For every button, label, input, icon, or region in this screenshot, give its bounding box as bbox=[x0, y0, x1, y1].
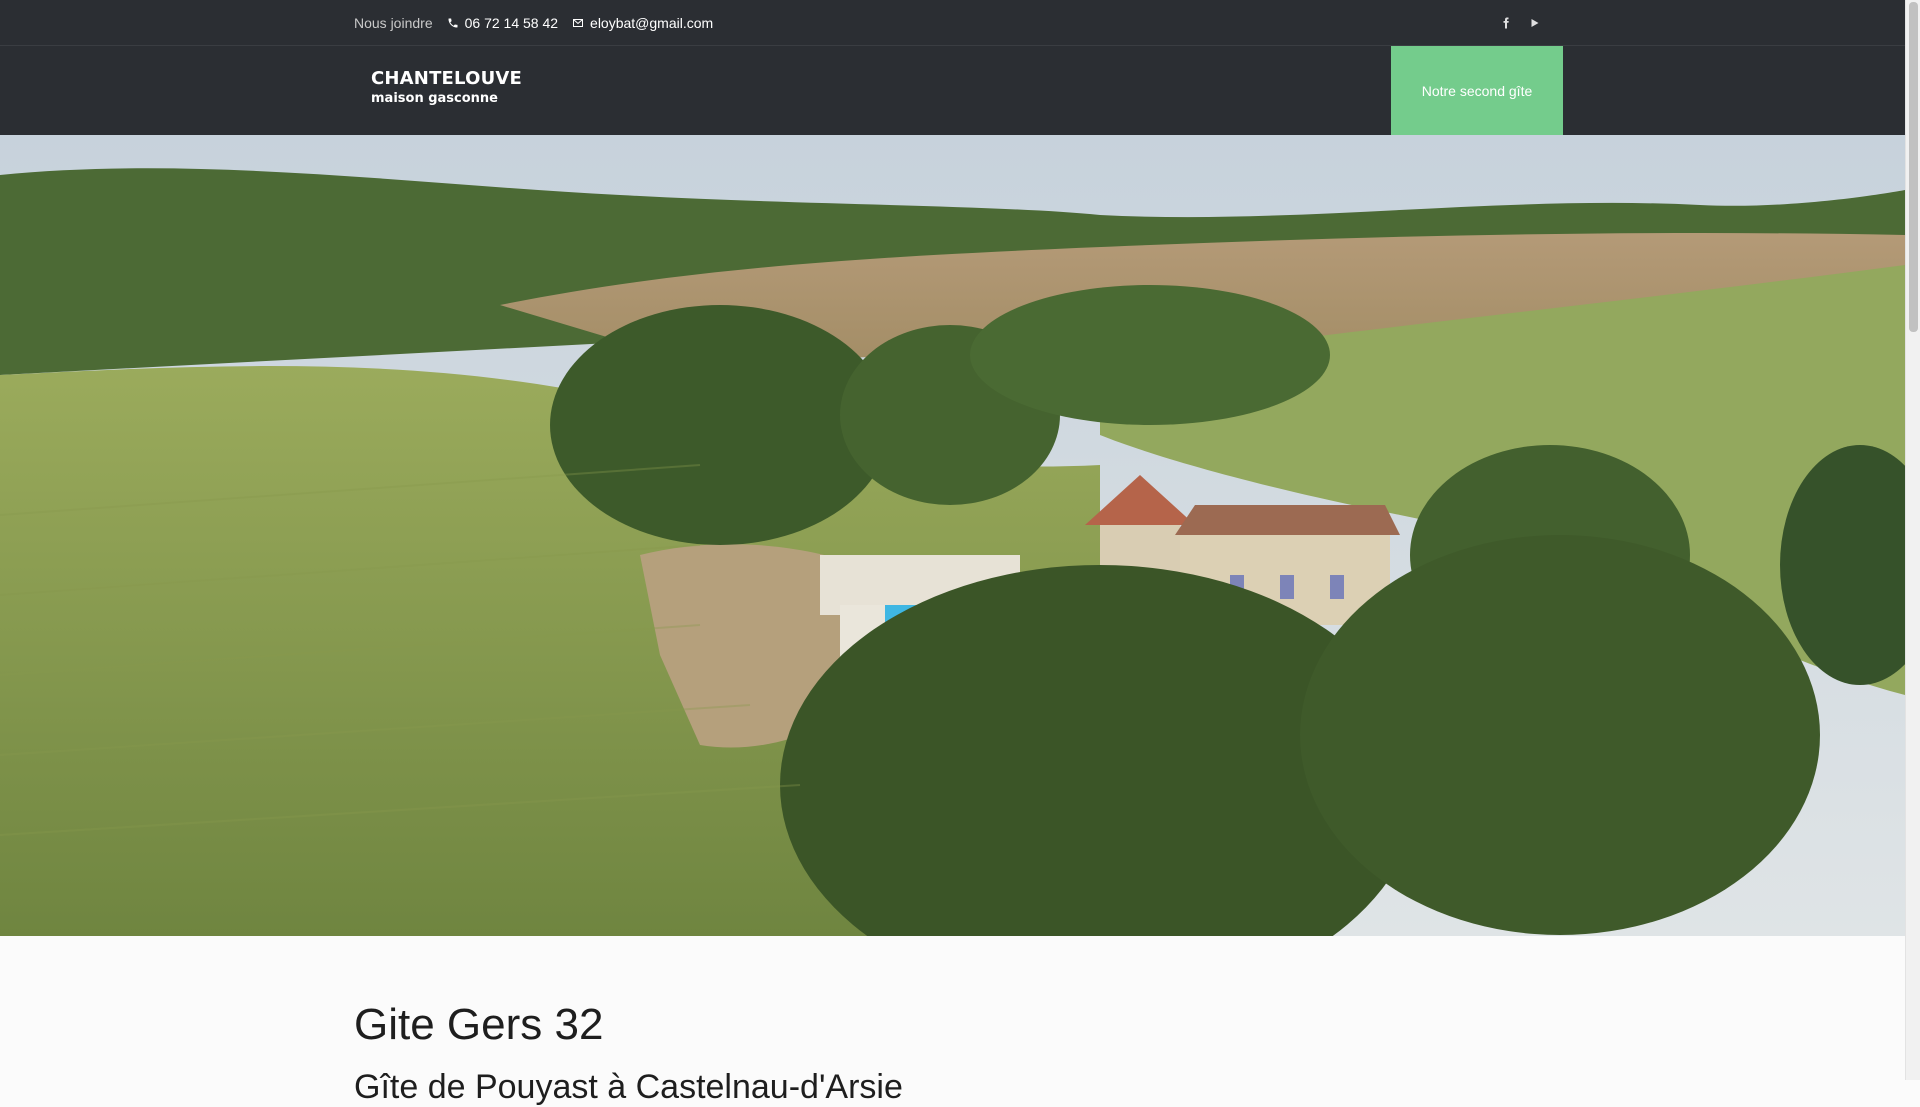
top-bar: Nous joindre 06 72 14 58 42 eloybat@gmai… bbox=[0, 0, 1905, 45]
mail-icon bbox=[573, 18, 584, 27]
contact-info: Nous joindre 06 72 14 58 42 eloybat@gmai… bbox=[354, 0, 713, 45]
page-subtitle: Gîte de Pouyast à Castelnau-d'Arsie bbox=[354, 1068, 903, 1106]
phone-number: 06 72 14 58 42 bbox=[464, 14, 559, 31]
landscape-illustration bbox=[0, 135, 1905, 936]
site-logo[interactable]: CHANTELOUVE maison gasconne bbox=[371, 68, 522, 106]
logo-title: CHANTELOUVE bbox=[371, 68, 523, 89]
email-address: eloybat@gmail.com bbox=[590, 14, 714, 31]
page-title: Gite Gers 32 bbox=[354, 1000, 604, 1049]
facebook-icon[interactable] bbox=[1500, 17, 1512, 29]
scrollbar-thumb[interactable] bbox=[1909, 2, 1918, 332]
logo-subtitle: maison gasconne bbox=[371, 91, 499, 106]
social-links bbox=[1500, 0, 1540, 45]
vertical-scrollbar[interactable] bbox=[1905, 0, 1920, 1080]
youtube-icon[interactable] bbox=[1528, 17, 1540, 29]
main-content: Gite Gers 32 Gîte de Pouyast à Castelnau… bbox=[354, 1000, 1554, 1107]
phone-icon bbox=[448, 18, 458, 27]
contact-label: Nous joindre bbox=[354, 14, 433, 31]
phone-link[interactable]: 06 72 14 58 42 bbox=[447, 15, 558, 31]
hero-image bbox=[0, 135, 1905, 936]
email-link[interactable]: eloybat@gmail.com bbox=[572, 15, 713, 31]
second-gite-button[interactable]: Notre second gîte bbox=[1391, 46, 1563, 136]
site-header: CHANTELOUVE maison gasconne Notre second… bbox=[0, 45, 1905, 136]
